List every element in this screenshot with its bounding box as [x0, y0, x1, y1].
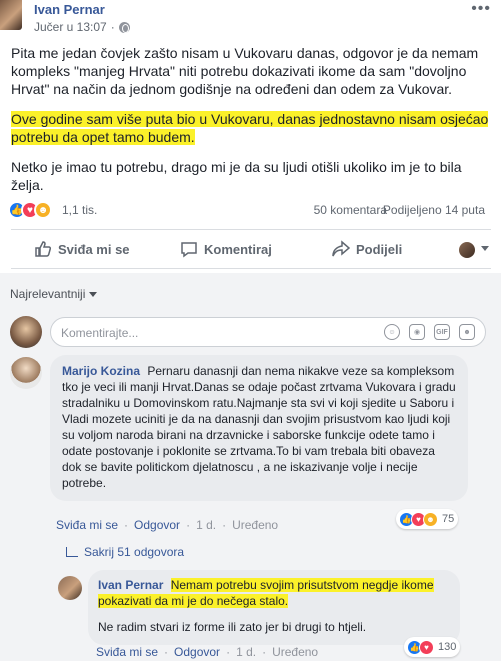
globe-icon: [118, 21, 130, 33]
camera-icon[interactable]: ◉: [409, 324, 425, 340]
divider: [11, 268, 491, 269]
sticker-icon[interactable]: ☻: [459, 324, 475, 340]
comment-button-label: Komentiraj: [204, 241, 272, 257]
comment-bubble: Marijo Kozina Pernaru danasnji dan nema …: [50, 355, 468, 501]
comments-section: Najrelevantniji Komentirajte... ☺ ◉ GIF …: [0, 273, 501, 661]
comment-input[interactable]: Komentirajte... ☺ ◉ GIF ☻: [50, 317, 486, 347]
post-header: Ivan Pernar Jučer u 13:07 · •••: [0, 0, 501, 38]
comment-button[interactable]: Komentiraj: [180, 240, 272, 258]
post-timestamp[interactable]: Jučer u 13:07: [34, 20, 107, 34]
reply-like-link[interactable]: Sviđa mi se: [96, 645, 158, 659]
share-button-label: Podijeli: [356, 241, 403, 257]
comment-reactions[interactable]: 👍 ♥ ☻ 75: [396, 509, 459, 529]
reply-age[interactable]: 1 d.: [236, 645, 256, 659]
commenter-name[interactable]: Marijo Kozina: [62, 364, 140, 378]
like-button-label: Sviđa mi se: [58, 241, 130, 257]
reply-reactions[interactable]: 👍 ♥ 130: [404, 637, 461, 657]
divider: [11, 229, 491, 230]
comment-sort-label: Najrelevantniji: [10, 287, 86, 301]
post-paragraph-highlighted: Ove godine sam više puta bio u Vukovaru,…: [11, 111, 489, 145]
audience-avatar[interactable]: [459, 242, 475, 258]
reactions-count[interactable]: 1,1 tis.: [62, 203, 97, 217]
reply-actions: Sviđa mi se · Odgovor · 1 d. · Uređeno: [96, 645, 319, 659]
comment-sort-dropdown[interactable]: Najrelevantniji: [10, 287, 98, 301]
comment-input-placeholder: Komentirajte...: [61, 326, 139, 340]
comment-reaction-count: 75: [442, 513, 455, 525]
author-name[interactable]: Ivan Pernar: [34, 2, 105, 17]
reply-text: Ne radim stvari iz forme ili zato jer bi…: [98, 620, 367, 634]
reply-arrow-icon: [66, 547, 78, 557]
comment-input-icons: ☺ ◉ GIF ☻: [384, 324, 475, 340]
thumbs-up-icon: [35, 241, 52, 257]
post-paragraph: Pita me jedan čovjek zašto nisam u Vukov…: [11, 45, 479, 97]
more-options-icon[interactable]: •••: [471, 0, 491, 18]
love-reaction-icon: ♥: [419, 639, 434, 655]
comment-like-link[interactable]: Sviđa mi se: [56, 518, 118, 532]
reply-author-name[interactable]: Ivan Pernar: [98, 578, 163, 592]
comment-actions: Sviđa mi se · Odgovor · 1 d. · Uređeno: [56, 518, 279, 532]
reply-bubble: Ivan Pernar Nemam potrebu svojim prisuts…: [88, 570, 460, 645]
commenter-avatar[interactable]: [10, 357, 42, 389]
shares-count[interactable]: Podijeljeno 14 puta: [383, 203, 485, 217]
reply-author-avatar[interactable]: [58, 576, 82, 600]
share-button[interactable]: Podijeli: [332, 240, 402, 258]
chevron-down-icon: [89, 291, 98, 297]
post-body: Pita me jedan čovjek zašto nisam u Vukov…: [11, 44, 493, 206]
haha-reaction-icon: ☻: [34, 201, 52, 219]
post-meta: Jučer u 13:07 ·: [34, 20, 130, 34]
post-action-bar: Sviđa mi se Komentiraj Podijeli: [0, 234, 501, 268]
reactions-summary: 👍 ♥ ☻ 1,1 tis. 50 komentara Podijeljeno …: [0, 199, 501, 223]
comments-count[interactable]: 50 komentara: [314, 203, 387, 217]
emoji-icon[interactable]: ☺: [384, 324, 400, 340]
reply-edited-label[interactable]: Uređeno: [272, 645, 318, 659]
comment-reply-link[interactable]: Odgovor: [134, 518, 180, 532]
current-user-avatar: [10, 316, 42, 348]
author-avatar[interactable]: [0, 0, 22, 30]
comment-text: Pernaru danasnji dan nema nikakve veze s…: [62, 364, 456, 490]
reaction-icons[interactable]: 👍 ♥ ☻: [8, 201, 52, 219]
chevron-down-icon[interactable]: [481, 246, 489, 251]
gif-icon[interactable]: GIF: [434, 324, 450, 340]
like-button[interactable]: Sviđa mi se: [34, 240, 130, 258]
reply-reaction-count: 130: [438, 641, 457, 653]
post-paragraph: Netko je imao tu potrebu, drago mi je da…: [11, 159, 462, 193]
comment-icon: [181, 242, 197, 258]
comment-age[interactable]: 1 d.: [196, 518, 216, 532]
haha-reaction-icon: ☻: [423, 511, 438, 527]
comment-edited-label[interactable]: Uređeno: [232, 518, 278, 532]
share-icon: [332, 240, 350, 257]
hide-replies-link[interactable]: Sakrij 51 odgovora: [66, 545, 184, 559]
hide-replies-label: Sakrij 51 odgovora: [84, 545, 185, 559]
reply-reply-link[interactable]: Odgovor: [174, 645, 220, 659]
